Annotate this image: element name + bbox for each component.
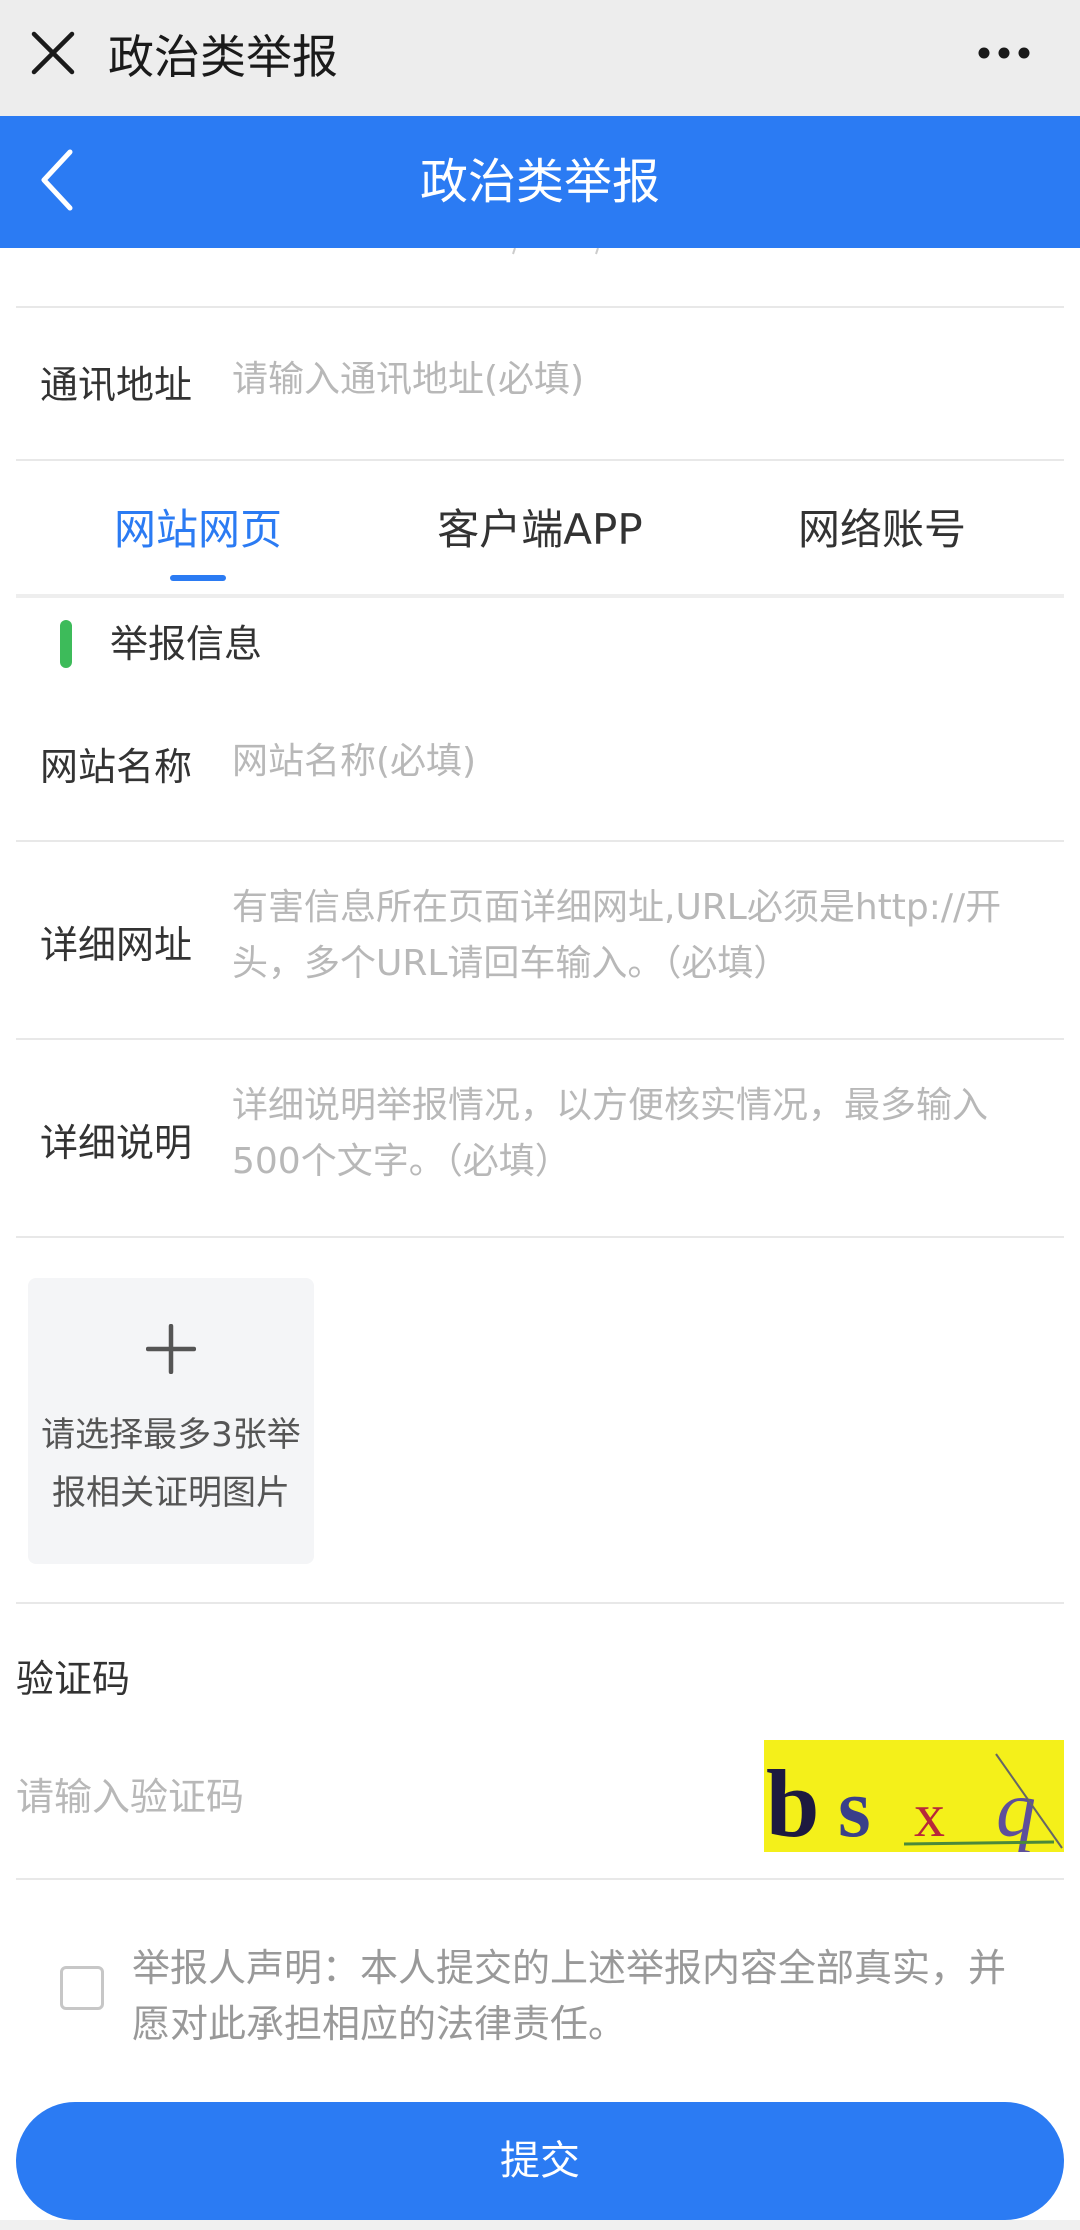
detail-desc-label: 详细说明 <box>40 1121 193 1165</box>
submit-button[interactable]: 提交 <box>16 2102 1064 2220</box>
detail-url-label: 详细网址 <box>40 923 193 967</box>
divider <box>16 1236 1064 1238</box>
address-label: 通讯地址 <box>40 363 193 407</box>
wechat-title: 政治类举报 <box>108 30 338 84</box>
site-name-label: 网站名称 <box>40 745 193 789</box>
page-title: 政治类举报 <box>419 154 660 210</box>
declaration-text: 举报人声明：本人提交的上述举报内容全部真实，并愿对此承担相应的法律责任。 <box>132 1946 1007 2046</box>
section-marker <box>60 620 72 668</box>
svg-text:q: q <box>996 1766 1036 1852</box>
tabs-divider <box>16 594 1064 598</box>
scrolled-content-remnant <box>512 248 599 255</box>
detail-url-input[interactable]: 有害信息所在页面详细网址,URL必须是http://开头，多个URL请回车输入。… <box>232 880 1052 992</box>
image-upload-button[interactable]: 请选择最多3张举报相关证明图片 <box>28 1278 314 1564</box>
more-icon[interactable] <box>976 36 1032 70</box>
captcha-input[interactable]: 请输入验证码 <box>16 1766 244 1821</box>
wechat-title-bar: 政治类举报 <box>0 0 1080 116</box>
plus-icon <box>146 1324 196 1374</box>
site-name-input[interactable]: 网站名称(必填) <box>232 734 1052 790</box>
divider <box>16 1038 1064 1040</box>
svg-text:x: x <box>914 1782 945 1850</box>
divider <box>16 1602 1064 1604</box>
tab-website[interactable]: 网站网页 <box>70 490 326 570</box>
upload-hint: 请选择最多3张举报相关证明图片 <box>41 1415 301 1513</box>
detail-desc-input[interactable]: 详细说明举报情况，以方便核实情况，最多输入500个文字。（必填） <box>232 1078 1052 1190</box>
tab-account[interactable]: 网络账号 <box>754 490 1010 570</box>
active-tab-indicator <box>170 575 226 581</box>
svg-text:b: b <box>766 1750 819 1852</box>
page-header: 政治类举报 <box>0 116 1080 248</box>
divider <box>16 306 1064 308</box>
tab-app[interactable]: 客户端APP <box>410 490 670 570</box>
bottom-strip <box>0 2220 1080 2230</box>
address-input[interactable]: 请输入通讯地址(必填) <box>232 352 1052 408</box>
section-title: 举报信息 <box>110 622 263 666</box>
divider <box>16 459 1064 461</box>
declaration-checkbox[interactable] <box>60 1966 104 2010</box>
close-icon[interactable] <box>30 30 76 76</box>
divider <box>16 840 1064 842</box>
captcha-label: 验证码 <box>16 1657 131 1701</box>
divider <box>16 1878 1064 1880</box>
svg-text:s: s <box>838 1762 871 1852</box>
captcha-image[interactable]: b s x q <box>764 1740 1064 1852</box>
